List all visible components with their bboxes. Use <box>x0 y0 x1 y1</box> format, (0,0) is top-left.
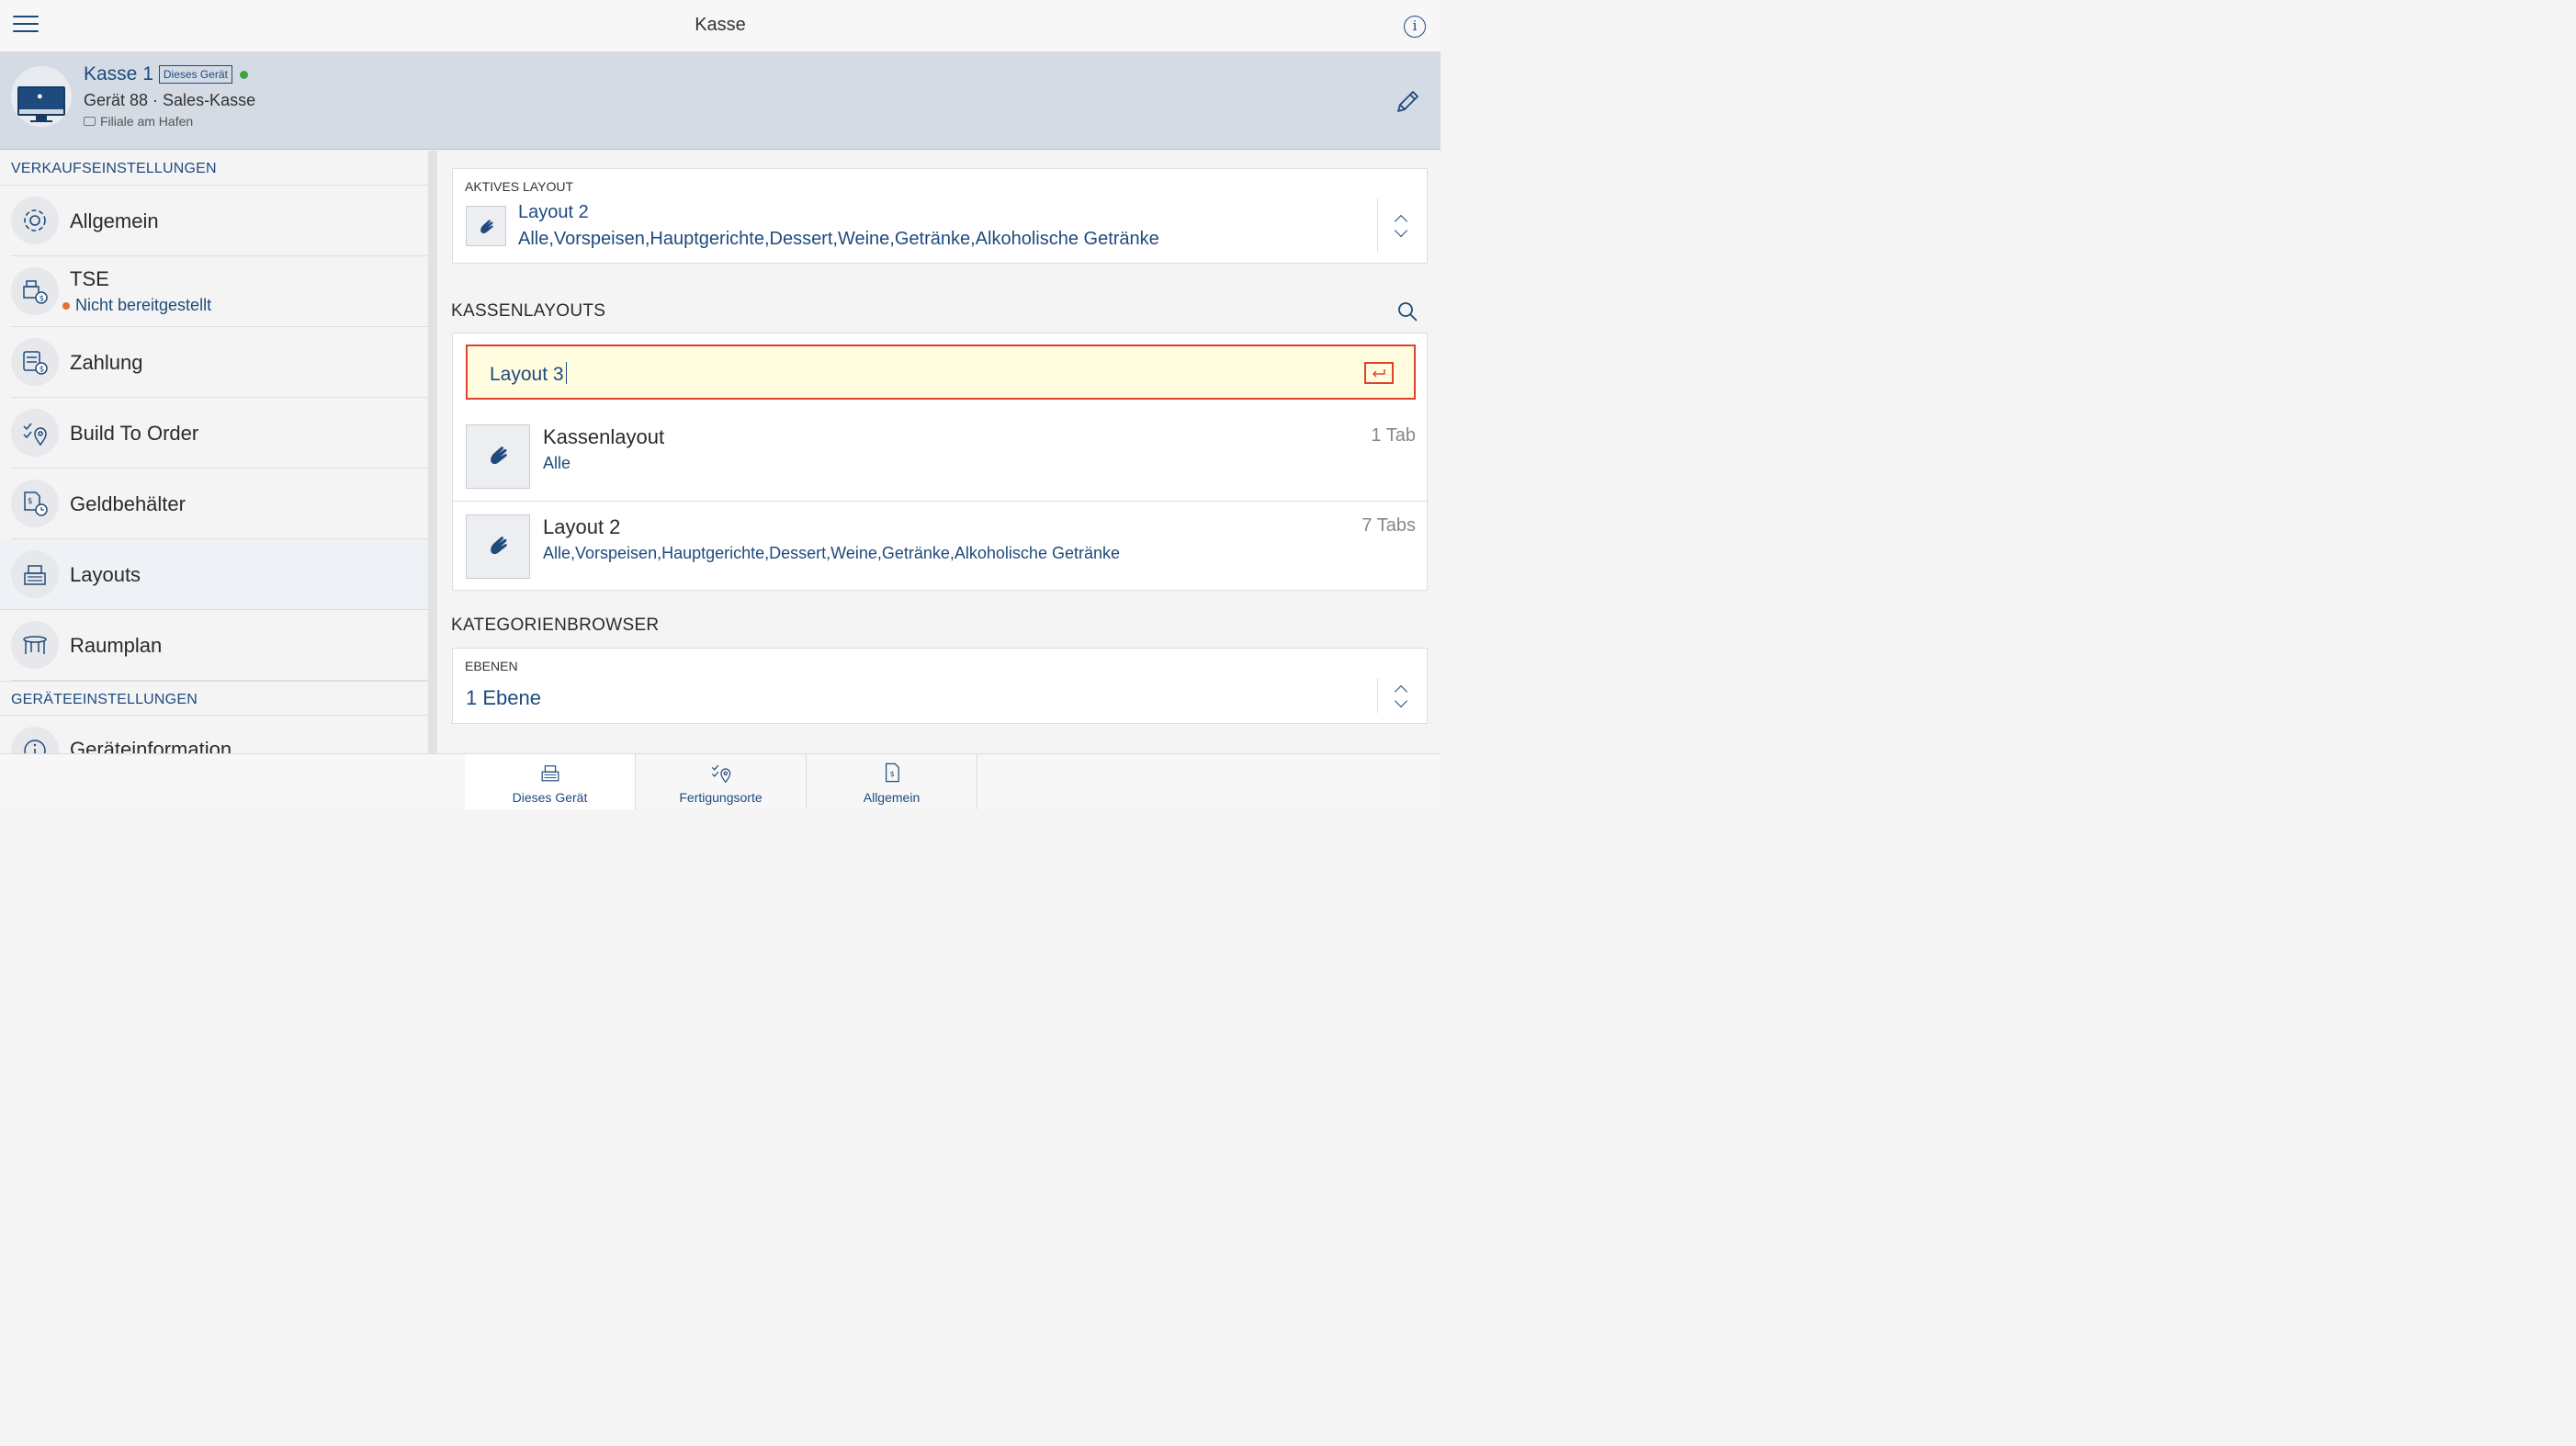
layout-picker-stepper[interactable] <box>1377 198 1427 252</box>
info-icon[interactable]: i <box>1404 16 1426 38</box>
sidebar-item-label: Zahlung <box>70 351 143 374</box>
svg-text:$: $ <box>28 497 33 506</box>
levels-stepper[interactable] <box>1377 678 1427 713</box>
layouts-list-card: Layout 3 Kassenlayout Alle 1 Tab Layout … <box>452 333 1429 592</box>
chevron-down-icon <box>1394 694 1408 708</box>
cash-register-icon <box>11 550 59 598</box>
sidebar-item-label: Geldbehälter <box>70 492 186 515</box>
tab-label: Allgemein <box>863 790 921 805</box>
tse-icon: $ <box>11 267 59 315</box>
sidebar-item-geldbehaelter[interactable]: $ Geldbehälter <box>11 469 428 539</box>
pencil-edit-icon[interactable] <box>1393 87 1422 117</box>
computer-icon: ● <box>11 66 72 127</box>
device-header: ● Kasse 1 Dieses Gerät Gerät 88 · Sales-… <box>0 52 1441 150</box>
document-dollar-icon: $ <box>886 763 899 783</box>
svg-text:$: $ <box>40 366 45 375</box>
search-icon[interactable] <box>1396 300 1418 322</box>
list-item[interactable]: Kassenlayout Alle 1 Tab <box>453 412 1429 502</box>
category-levels-card[interactable]: EBENEN 1 Ebene <box>452 648 1428 724</box>
cash-register-icon <box>541 765 559 782</box>
layout-tabs: Alle,Vorspeisen,Hauptgerichte,Dessert,We… <box>543 544 1120 562</box>
sidebar-item-label: Raumplan <box>70 634 163 657</box>
svg-text:$: $ <box>890 770 895 778</box>
layout-name: Layout 2 <box>543 515 621 538</box>
active-layout-name: Layout 2 <box>518 202 589 222</box>
branch-info: Filiale am Hafen <box>84 114 193 129</box>
layout-name: Kassenlayout <box>543 425 665 448</box>
sidebar-item-zahlung[interactable]: $ Zahlung <box>11 327 428 398</box>
tab-fertigungsorte[interactable]: Fertigungsorte <box>636 754 807 809</box>
chevron-down-icon <box>1394 223 1408 238</box>
info-icon <box>11 727 59 753</box>
tab-dieses-geraet[interactable]: Dieses Gerät <box>465 754 636 809</box>
tab-label: Dieses Gerät <box>512 790 588 805</box>
payment-icon: $ <box>11 338 59 386</box>
levels-label: EBENEN <box>465 659 518 673</box>
split-divider[interactable] <box>428 151 437 753</box>
hand-icon <box>480 220 493 233</box>
sidebar-item-label: Build To Order <box>70 422 199 445</box>
build-to-order-icon <box>711 764 731 784</box>
section-sales-settings: VERKAUFSEINSTELLUNGEN <box>0 151 428 186</box>
tab-label: Fertigungsorte <box>679 790 763 805</box>
active-layout-tabs: Alle,Vorspeisen,Hauptgerichte,Dessert,We… <box>518 229 1159 249</box>
tse-status: Nicht bereitgestellt <box>62 296 212 314</box>
text-cursor <box>565 362 567 384</box>
cash-drawer-icon: $ <box>11 480 59 527</box>
active-layout-card[interactable]: AKTIVES LAYOUT Layout 2 Alle,Vorspeisen,… <box>452 168 1428 264</box>
tab-allgemein[interactable]: $ Allgemein <box>807 754 977 809</box>
layout-thumbnail <box>466 424 530 489</box>
section-device-settings: GERÄTEEINSTELLUNGEN <box>0 681 428 716</box>
this-device-badge: Dieses Gerät <box>158 65 232 84</box>
sidebar-item-label: TSE <box>70 267 109 290</box>
top-bar: Kasse i <box>0 0 1441 52</box>
device-subtitle: Gerät 88 · Sales-Kasse <box>84 91 256 109</box>
hand-icon <box>491 537 507 555</box>
build-to-order-icon <box>11 409 59 457</box>
svg-text:$: $ <box>40 295 45 304</box>
sidebar-item-layouts[interactable]: Layouts <box>0 539 428 610</box>
layout-tab-count: 7 Tabs <box>1361 515 1416 536</box>
section-heading-kategorienbrowser: KATEGORIENBROWSER <box>451 616 660 635</box>
branch-name: Filiale am Hafen <box>100 114 194 129</box>
layout-name-input[interactable]: Layout 3 <box>466 345 1416 400</box>
settings-sidebar: VERKAUFSEINSTELLUNGEN Allgemein $ TSE Ni… <box>0 151 428 753</box>
layout-thumbnail <box>466 514 530 579</box>
layout-settings-panel: AKTIVES LAYOUT Layout 2 Alle,Vorspeisen,… <box>437 151 1441 753</box>
sidebar-item-allgemein[interactable]: Allgemein <box>11 186 428 256</box>
bottom-tab-bar: Dieses Gerät Fertigungsorte $ Allgemein <box>0 753 1441 809</box>
device-name-row: Kasse 1 Dieses Gerät <box>84 63 248 85</box>
layout-tab-count: 1 Tab <box>1371 425 1416 446</box>
gear-icon <box>11 197 59 244</box>
section-heading-kassenlayouts: KASSENLAYOUTS <box>451 301 606 321</box>
table-icon <box>11 621 59 669</box>
sidebar-item-tse[interactable]: $ TSE Nicht bereitgestellt <box>11 256 428 327</box>
sidebar-item-label: Geräteinformation <box>70 738 232 753</box>
sidebar-item-label: Allgemein <box>70 209 159 232</box>
sidebar-item-raumplan[interactable]: Raumplan <box>11 610 428 681</box>
page-title: Kasse <box>695 15 746 35</box>
layout-name-input-value: Layout 3 <box>490 364 564 385</box>
branch-icon <box>84 117 96 126</box>
online-status-dot <box>239 70 248 79</box>
sidebar-item-build-to-order[interactable]: Build To Order <box>11 398 428 469</box>
enter-return-icon[interactable] <box>1364 362 1394 384</box>
active-layout-label: AKTIVES LAYOUT <box>465 179 573 194</box>
list-item[interactable]: Layout 2 Alle,Vorspeisen,Hauptgerichte,D… <box>453 503 1429 592</box>
sidebar-item-label: Layouts <box>70 563 141 586</box>
layout-tabs: Alle <box>543 454 571 472</box>
levels-value: 1 Ebene <box>466 686 541 709</box>
sidebar-item-geraeteinformation[interactable]: Geräteinformation <box>11 716 428 753</box>
device-name: Kasse 1 <box>84 63 153 85</box>
hand-icon <box>491 446 507 465</box>
layout-thumbnail <box>466 206 506 246</box>
